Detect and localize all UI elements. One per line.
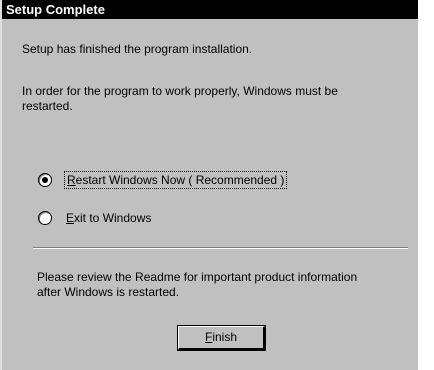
restart-explanation-line1: In order for the program to work properl… — [22, 84, 338, 98]
exit-radio-button[interactable] — [38, 211, 52, 225]
radio-selected-dot — [42, 177, 48, 183]
completion-message: Setup has finished the program installat… — [22, 42, 253, 56]
exit-to-windows-option[interactable]: Exit to Windows — [38, 210, 151, 226]
background-edge — [418, 0, 434, 370]
setup-complete-dialog: Setup Complete Setup has finished the pr… — [0, 0, 418, 370]
readme-note-line1: Please review the Readme for important p… — [37, 270, 358, 284]
dialog-title: Setup Complete — [2, 0, 418, 19]
restart-option-label[interactable]: Restart Windows Now ( Recommended ) — [63, 171, 288, 189]
restart-windows-now-option[interactable]: Restart Windows Now ( Recommended ) — [38, 171, 288, 189]
finish-button[interactable]: Finish — [177, 325, 266, 351]
restart-radio-button[interactable] — [38, 173, 52, 187]
readme-note-line2: after Windows is restarted. — [37, 285, 180, 299]
exit-option-label[interactable]: Exit to Windows — [66, 211, 151, 225]
separator-line — [33, 247, 408, 249]
restart-explanation-line2: restarted. — [22, 99, 73, 113]
